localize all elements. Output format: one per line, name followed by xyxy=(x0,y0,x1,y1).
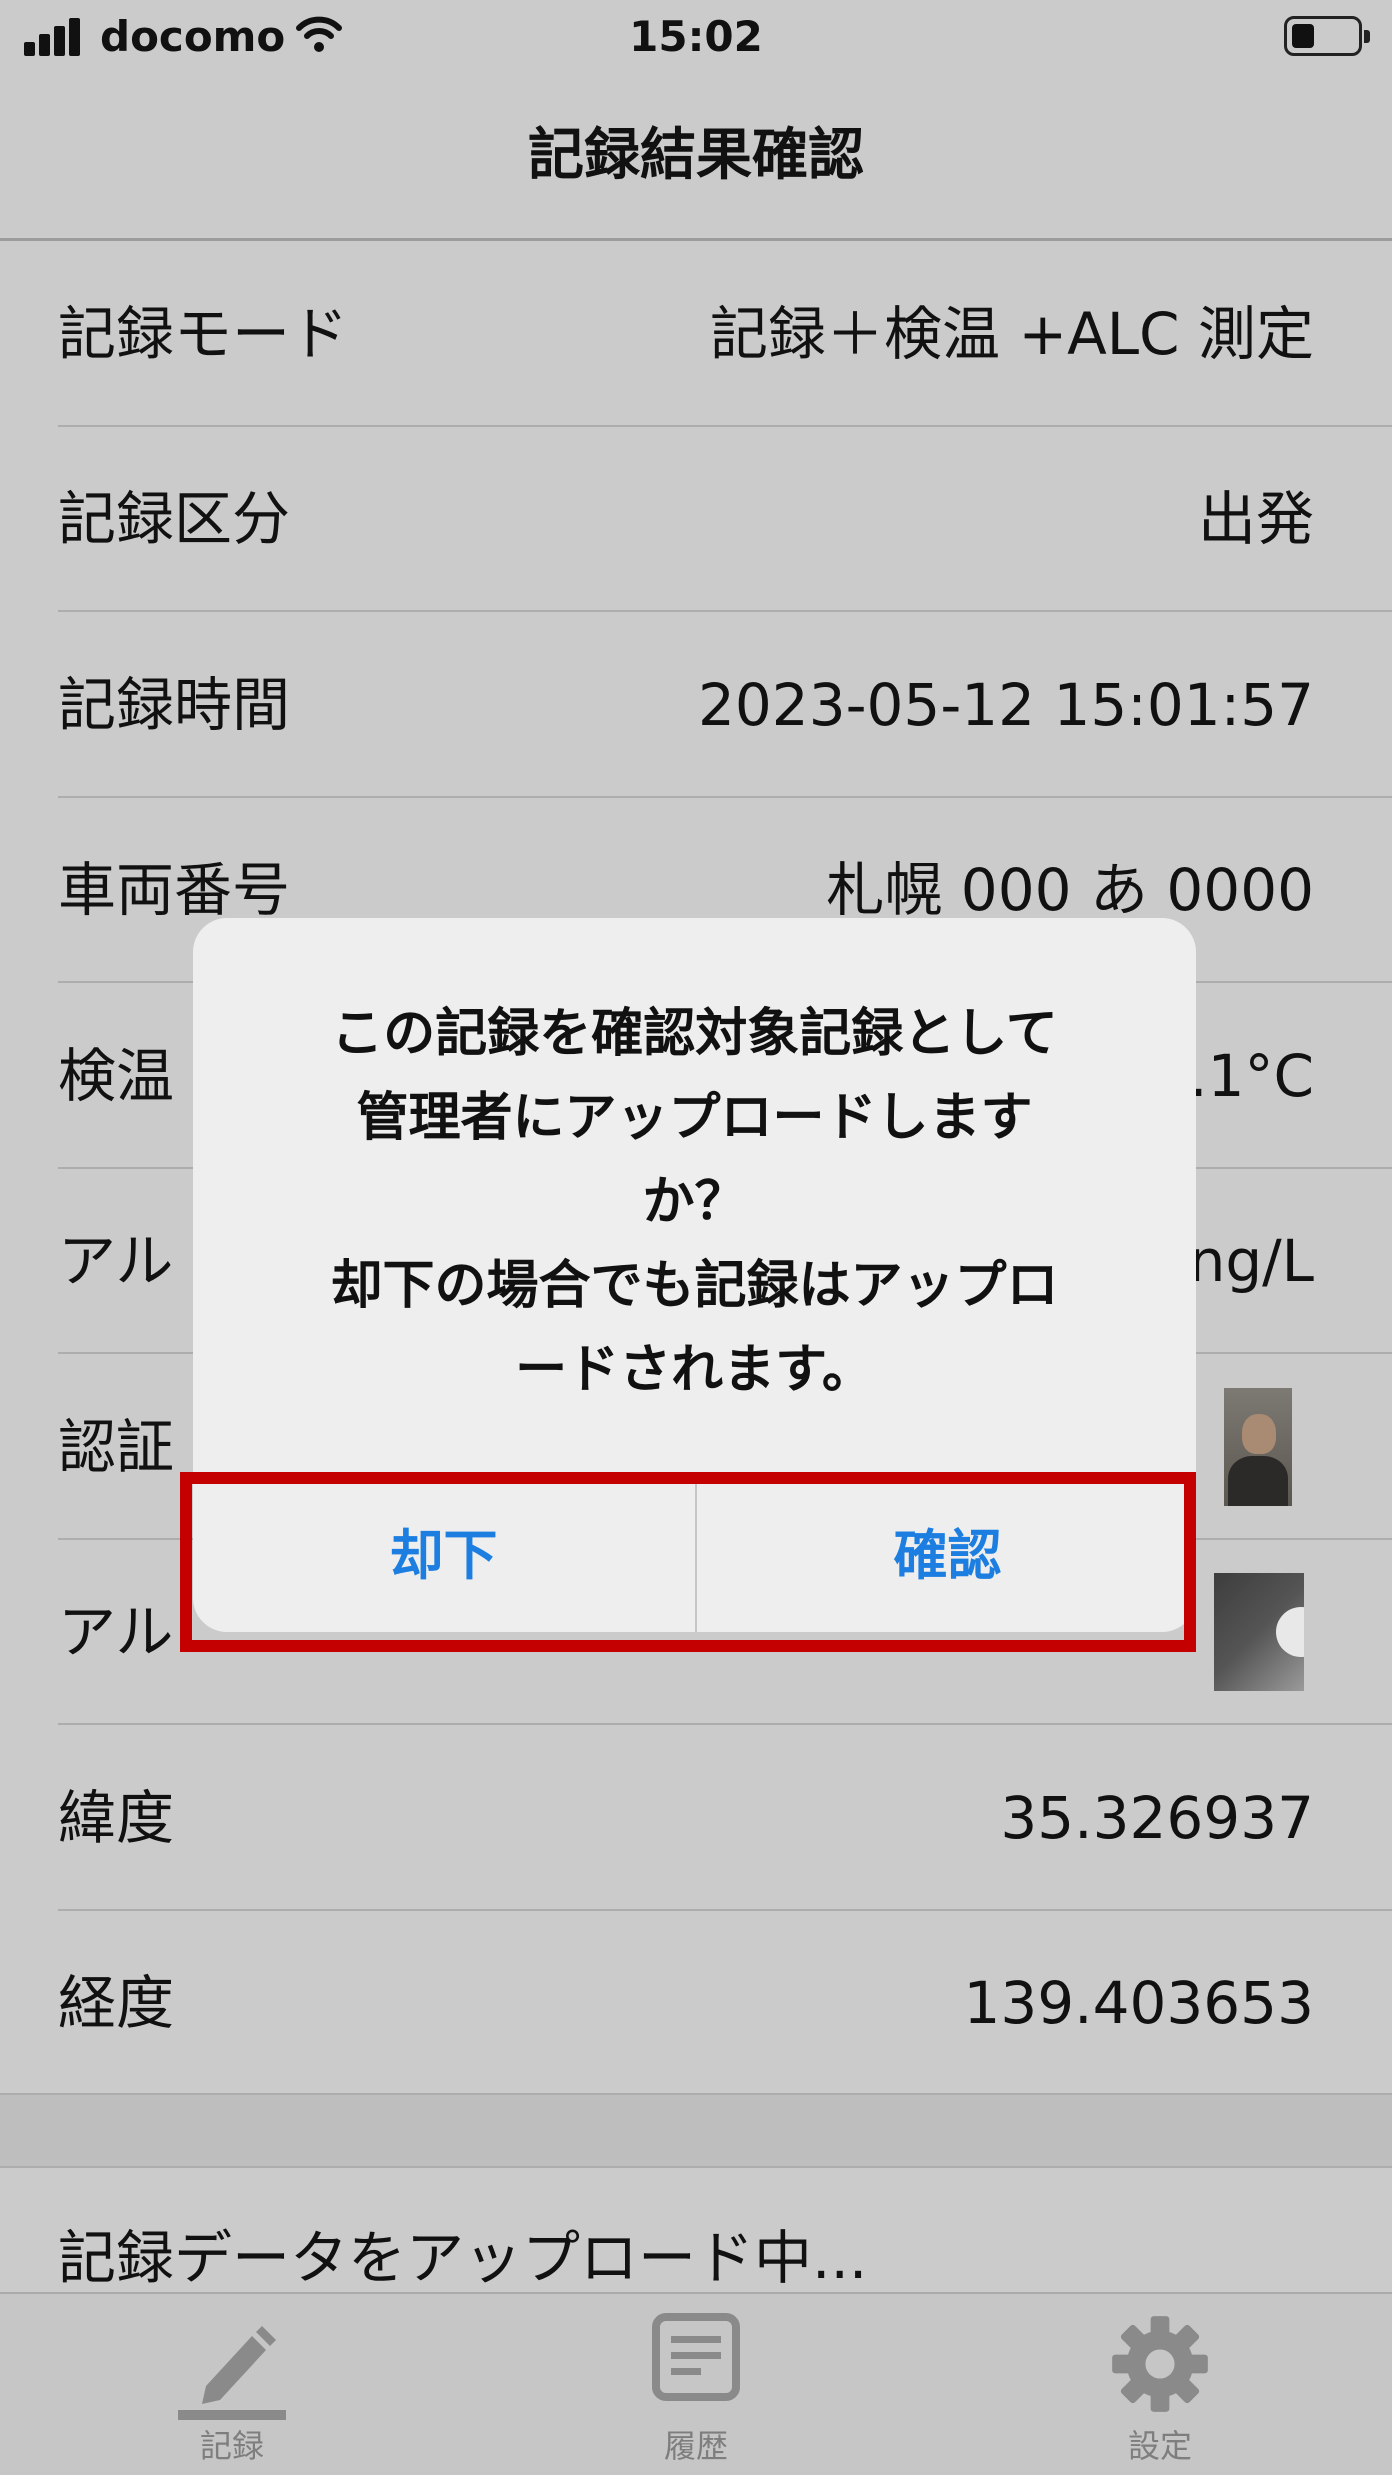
row-label: 車両番号 xyxy=(58,856,291,925)
tab-record[interactable]: 記録 xyxy=(122,2294,342,2475)
row-label: アル xyxy=(58,1598,174,1667)
row-label: 経度 xyxy=(58,1969,175,2038)
tab-label: 設定 xyxy=(1127,2427,1192,2465)
dialog-message: この記録を確認対象記録として 管理者にアップロードします か？ 却下の場合でも記… xyxy=(330,1004,1059,1400)
row-value: .1°C xyxy=(1189,1041,1314,1110)
row-value: 139.403653 xyxy=(963,1969,1314,2038)
battery-icon xyxy=(1284,16,1370,56)
alcohol-photo-thumbnail[interactable] xyxy=(1214,1573,1304,1692)
row-value: 記録＋検温 +ALC 測定 xyxy=(710,299,1314,368)
upload-status-text: 記録データをアップロード中... xyxy=(58,2224,868,2292)
auth-photo-thumbnail[interactable] xyxy=(1224,1387,1292,1506)
section-gap xyxy=(0,2093,1392,2168)
row-value: 2023-05-12 15:01:57 xyxy=(698,670,1314,739)
row-latitude: 緯度 35.326937 xyxy=(0,1725,1392,1911)
page-title: 記録結果確認 xyxy=(528,123,864,188)
row-record-mode: 記録モード 記録＋検温 +ALC 測定 xyxy=(0,241,1392,427)
pencil-icon xyxy=(178,2326,286,2420)
status-bar: docomo 15:02 xyxy=(0,0,1392,76)
row-label: 記録モード xyxy=(58,299,349,368)
row-label: アル xyxy=(58,1227,174,1296)
status-time: 15:02 xyxy=(629,12,763,61)
tab-label: 記録 xyxy=(199,2427,264,2465)
row-label: 緯度 xyxy=(58,1783,175,1852)
row-value: 札幌 000 あ 0000 xyxy=(826,856,1314,925)
row-record-category: 記録区分 出発 xyxy=(0,427,1392,612)
row-value: 35.326937 xyxy=(1000,1783,1314,1852)
row-longitude: 経度 139.403653 xyxy=(0,1911,1392,2097)
row-value: ng/L xyxy=(1188,1227,1314,1296)
tab-label: 履歴 xyxy=(663,2427,728,2465)
row-label: 認証 xyxy=(58,1412,175,1481)
gear-icon xyxy=(1112,2316,1208,2412)
row-label: 記録時間 xyxy=(58,670,291,739)
highlight-box xyxy=(180,1472,1196,1652)
row-label: 記録区分 xyxy=(58,485,291,554)
row-label: 検温 xyxy=(58,1041,175,1110)
row-record-time: 記録時間 2023-05-12 15:01:57 xyxy=(0,612,1392,798)
document-icon xyxy=(652,2313,740,2401)
tab-bar: 記録 履歴 設定 xyxy=(0,2292,1392,2475)
tab-history[interactable]: 履歴 xyxy=(586,2294,806,2475)
tab-settings[interactable]: 設定 xyxy=(1050,2294,1270,2475)
row-value: 出発 xyxy=(1197,485,1314,554)
